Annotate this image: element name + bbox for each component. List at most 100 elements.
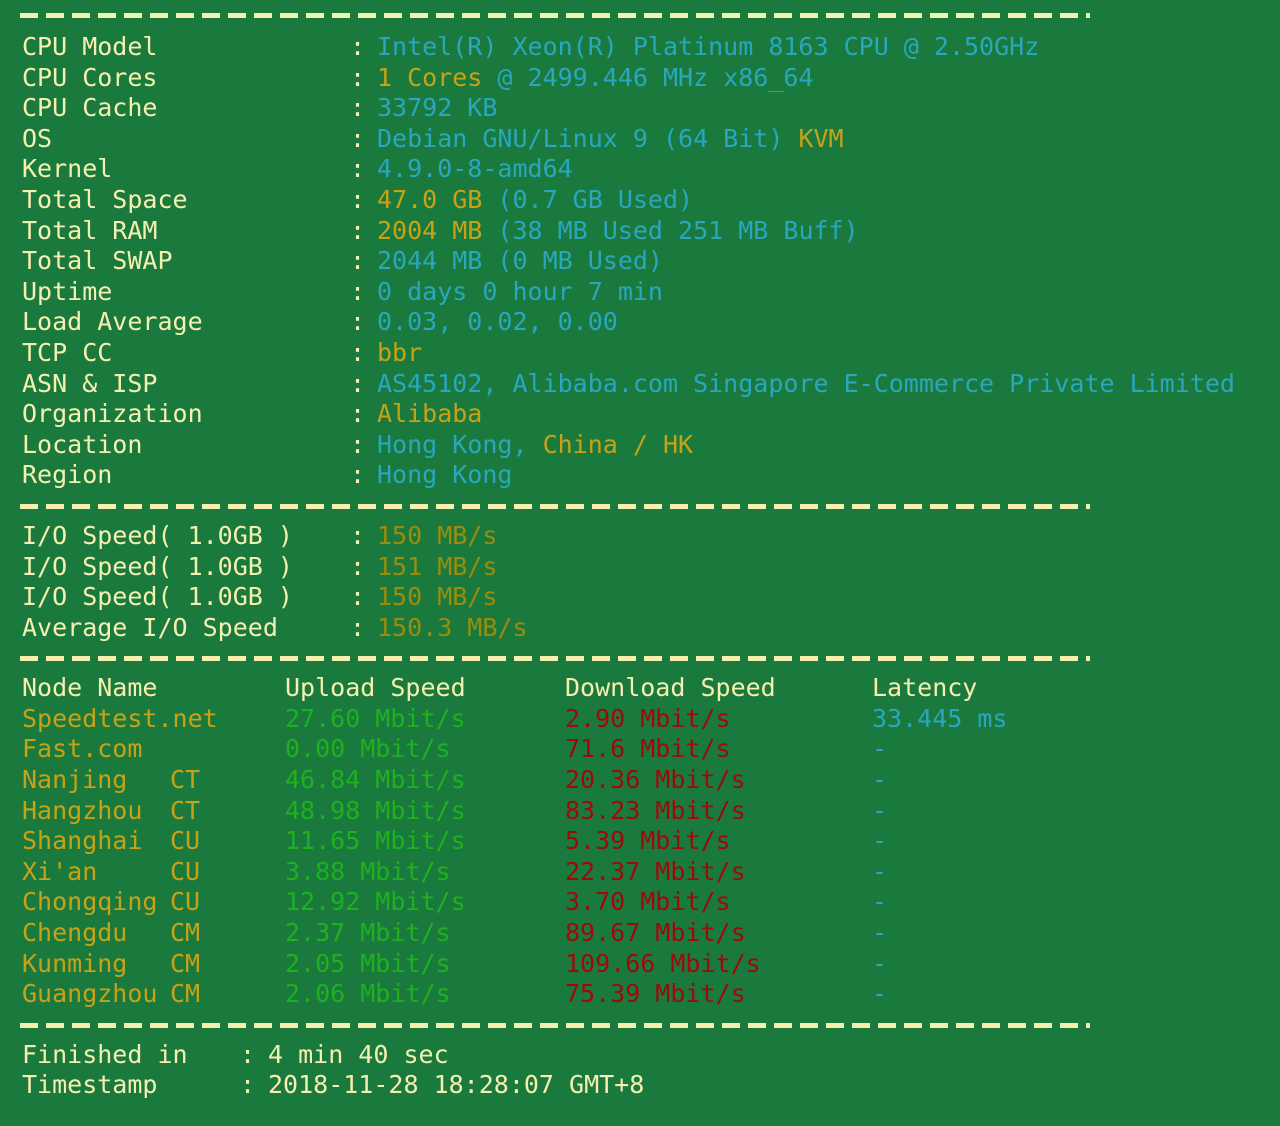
info-row-value: Hong Kong	[377, 460, 512, 491]
io-row: I/O Speed( 1.0GB ):150 MB/s	[0, 521, 1280, 552]
value-segment: AS45102, Alibaba.com Singapore E-Commerc…	[377, 368, 1235, 398]
io-speed-block: I/O Speed( 1.0GB ):150 MB/s I/O Speed( 1.…	[0, 521, 1280, 643]
info-row-value: 47.0 GB (0.7 GB Used)	[377, 185, 693, 216]
info-row: CPU Cache:33792 KB	[0, 93, 1280, 124]
node-cell-latency: -	[872, 765, 888, 795]
info-row-label: Total Space	[22, 184, 188, 214]
node-cell-upload: 12.92 Mbit/s	[285, 887, 466, 917]
value-segment: @ 2499.446 MHz x86_64	[497, 62, 814, 92]
info-row-colon: :	[350, 32, 366, 61]
footer-row-value: 4 min 40 sec	[268, 1039, 449, 1069]
value-segment: Hong Kong,	[377, 429, 543, 459]
node-cell-download: 22.37 Mbit/s	[565, 856, 746, 886]
node-table-row: Chengdu CM 2.37 Mbit/s 89.67 Mbit/s -	[0, 918, 1280, 949]
footer-row-colon: :	[240, 1070, 256, 1100]
node-cell-download: 89.67 Mbit/s	[565, 918, 746, 948]
node-cell-latency: -	[872, 979, 888, 1009]
io-row-label: I/O Speed( 1.0GB )	[22, 582, 293, 612]
value-segment: Alibaba	[377, 399, 483, 429]
info-row: OS: Debian GNU/Linux 9 (64 Bit) KVM	[0, 124, 1280, 155]
footer-row-value: 2018-11-28 18:28:07 GMT+8	[268, 1070, 645, 1100]
separator-nodes	[0, 643, 1280, 673]
node-header-download: Download Speed	[565, 673, 776, 703]
node-cell-isp: CU	[170, 887, 201, 917]
value-segment: KVM	[798, 123, 844, 153]
io-row-label: I/O Speed( 1.0GB )	[22, 551, 293, 581]
info-row-value: 2004 MB (38 MB Used 251 MB Buff)	[377, 216, 859, 247]
info-row-label: CPU Cores	[22, 62, 158, 92]
node-cell-download: 2.90 Mbit/s	[565, 703, 731, 733]
node-table-header-row: Node Name Upload Speed Download Speed Laten…	[0, 673, 1280, 704]
dashed-rule	[20, 13, 1090, 18]
info-row-value: 0 days 0 hour 7 min	[377, 277, 663, 308]
footer-row: Finished in:4 min 40 sec	[0, 1040, 1280, 1071]
node-cell-name: Nanjing	[22, 765, 128, 795]
footer-row-label: Timestamp	[22, 1070, 158, 1100]
info-row: Total SWAP:2044 MB (0 MB Used)	[0, 246, 1280, 277]
node-cell-isp: CT	[170, 795, 201, 825]
info-row-colon: :	[350, 93, 366, 123]
info-row-value: 1 Cores @ 2499.446 MHz x86_64	[377, 63, 814, 94]
io-row-label: Average I/O Speed	[22, 612, 278, 642]
node-table-row: Shanghai CU 11.65 Mbit/s 5.39 Mbit/s -	[0, 826, 1280, 857]
footer-row: Timestamp:2018-11-28 18:28:07 GMT+8	[0, 1070, 1280, 1101]
info-row-label: Kernel	[22, 154, 113, 184]
node-cell-name: Kunming	[22, 948, 128, 978]
value-segment: 2044 MB (0 MB Used)	[377, 246, 663, 276]
node-cell-latency: -	[872, 826, 888, 856]
node-header-upload: Upload Speed	[285, 673, 466, 703]
node-cell-upload: 2.06 Mbit/s	[285, 979, 451, 1009]
io-row-colon: :	[350, 612, 366, 642]
node-cell-latency: -	[872, 795, 888, 825]
info-row: Total Space:47.0 GB (0.7 GB Used)	[0, 185, 1280, 216]
io-row: I/O Speed( 1.0GB ):151 MB/s	[0, 552, 1280, 583]
info-row-colon: :	[350, 337, 366, 367]
separator-io	[0, 491, 1280, 521]
value-segment: China / HK	[542, 429, 694, 459]
value-segment: (0.7 GB Used)	[497, 184, 694, 214]
node-cell-download: 5.39 Mbit/s	[565, 826, 731, 856]
info-row-value: bbr	[377, 338, 422, 369]
info-row-colon: :	[350, 368, 366, 398]
node-table-row: Hangzhou CT 48.98 Mbit/s 83.23 Mbit/s -	[0, 796, 1280, 827]
io-row-value: 150.3 MB/s	[377, 612, 528, 642]
node-cell-isp: CU	[170, 826, 201, 856]
separator-top	[0, 0, 1280, 30]
info-row-label: ASN & ISP	[22, 368, 158, 398]
value-segment: 47.0 GB	[377, 184, 498, 214]
info-row-colon: :	[350, 307, 366, 337]
info-row: Kernel:4.9.0-8-amd64	[0, 154, 1280, 185]
node-cell-isp: CT	[170, 765, 201, 795]
info-row-value: 2044 MB (0 MB Used)	[377, 246, 663, 277]
value-segment: bbr	[377, 337, 423, 367]
info-row-value: 33792 KB	[377, 93, 497, 124]
node-cell-latency: 33.445 ms	[872, 703, 1008, 733]
info-row-value: Alibaba	[377, 399, 482, 430]
dashed-rule	[20, 656, 1090, 662]
value-segment: Hong Kong	[377, 460, 513, 490]
node-cell-upload: 27.60 Mbit/s	[285, 703, 466, 733]
node-table-row: Guangzhou CM 2.06 Mbit/s 75.39 Mbit/s -	[0, 979, 1280, 1010]
info-row-label: TCP CC	[22, 337, 113, 367]
value-segment: (38 MB Used 251 MB Buff)	[497, 215, 859, 245]
info-row-colon: :	[350, 246, 366, 276]
node-cell-download: 109.66 Mbit/s	[565, 948, 761, 978]
value-segment: 2004 MB	[377, 215, 498, 245]
info-row: CPU Model: Intel(R) Xeon(R) Platinum 8163…	[0, 32, 1280, 63]
info-row-colon: :	[350, 154, 366, 184]
node-cell-latency: -	[872, 887, 888, 917]
node-speed-table: Node Name Upload Speed Download Speed Laten…	[0, 673, 1280, 1010]
node-cell-upload: 3.88 Mbit/s	[285, 856, 451, 886]
node-cell-upload: 0.00 Mbit/s	[285, 734, 451, 764]
node-cell-isp: CM	[170, 979, 201, 1009]
node-cell-upload: 48.98 Mbit/s	[285, 795, 466, 825]
node-cell-isp: CM	[170, 948, 201, 978]
value-segment: Debian GNU/Linux 9 (64 Bit)	[377, 123, 799, 153]
io-row: I/O Speed( 1.0GB ):150 MB/s	[0, 582, 1280, 613]
io-row: Average I/O Speed:150.3 MB/s	[0, 613, 1280, 644]
info-row-label: Organization	[22, 399, 203, 429]
value-segment: 0 days 0 hour 7 min	[377, 276, 663, 306]
info-row: CPU Cores:1 Cores @ 2499.446 MHz x86_64	[0, 63, 1280, 94]
info-row-label: CPU Cache	[22, 93, 158, 123]
node-cell-name: Hangzhou	[22, 795, 143, 825]
